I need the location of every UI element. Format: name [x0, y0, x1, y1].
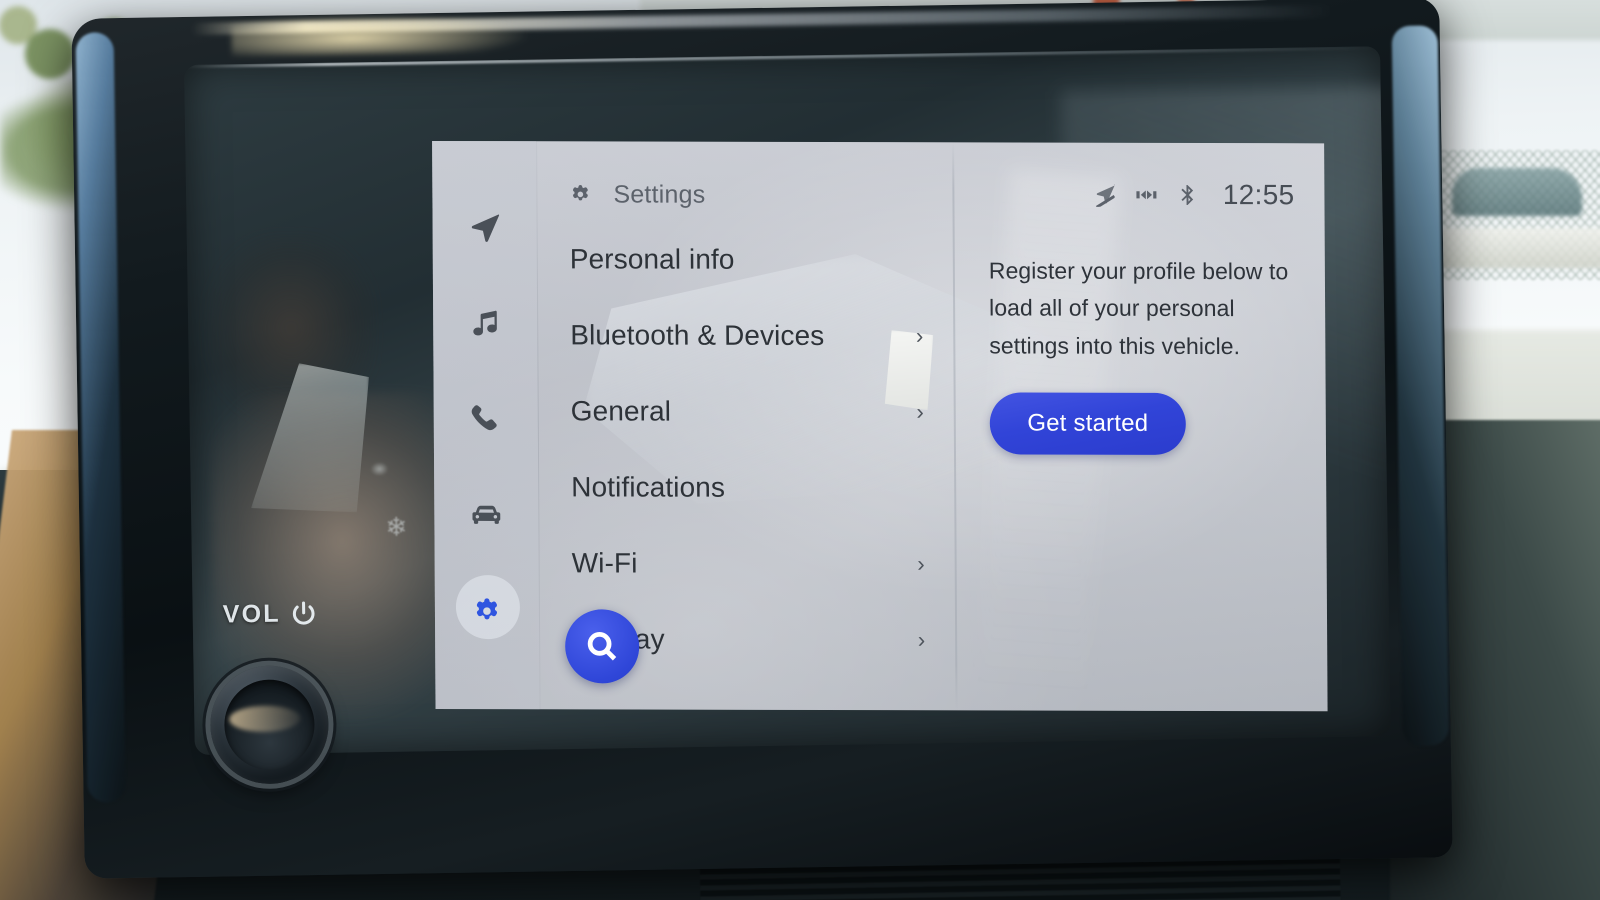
search-fab-button[interactable]: [564, 609, 640, 684]
list-item-label: Personal info: [569, 243, 735, 275]
gear-icon: [476, 598, 498, 620]
list-item-wifi[interactable]: Wi-Fi ›: [539, 525, 954, 602]
volume-label-text: VOL: [222, 599, 281, 629]
glass-reflection-snowflake: ❄: [385, 511, 408, 542]
list-item-notifications[interactable]: Notifications ›: [539, 449, 954, 526]
navigation-arrow-icon: [471, 214, 500, 242]
sidebar-item-media[interactable]: [448, 275, 523, 371]
bluetooth-icon: [1181, 184, 1194, 205]
sidebar-item-navigation[interactable]: [447, 179, 522, 275]
gear-icon: [573, 185, 588, 201]
clock: 12:55: [1222, 179, 1295, 211]
volume-power-label: VOL: [222, 599, 317, 629]
list-item-label: Wi-Fi: [571, 547, 638, 579]
list-item-label: General: [570, 395, 672, 427]
detail-column: 12:55 Register your profile below to loa…: [954, 142, 1327, 711]
glass-reflection-dot: [370, 461, 389, 477]
background-carport-roof: [1420, 228, 1600, 268]
list-item-bluetooth-devices[interactable]: Bluetooth & Devices ›: [538, 297, 953, 374]
head-unit: ❄ Settings Personal info Bluetooth & Dev…: [71, 0, 1453, 879]
chevron-right-icon: ›: [917, 551, 925, 577]
volume-knob-inner: [223, 679, 316, 771]
sidebar-item-phone[interactable]: [448, 371, 523, 467]
car-icon: [472, 505, 501, 524]
list-item-label: Notifications: [571, 471, 726, 503]
list-item-personal-info[interactable]: Personal info ›: [538, 221, 953, 298]
chevron-right-icon: ›: [917, 627, 926, 653]
display-glass: ❄ Settings Personal info Bluetooth & Dev…: [184, 46, 1391, 755]
sidebar-item-settings[interactable]: [450, 563, 525, 659]
infotainment-photo-scene: ❄ Settings Personal info Bluetooth & Dev…: [0, 0, 1600, 900]
app-rail: [432, 140, 540, 710]
chevron-right-icon: ›: [915, 323, 924, 349]
phone-icon: [471, 405, 497, 431]
status-bar: 12:55: [988, 172, 1295, 217]
music-note-icon: [473, 310, 497, 336]
power-icon[interactable]: [289, 600, 317, 628]
infotainment-ui: Settings Personal info › Bluetooth & Dev…: [432, 140, 1328, 712]
background-parked-car: [1452, 168, 1582, 216]
sidebar-item-vehicle[interactable]: [449, 467, 524, 563]
settings-header: Settings: [537, 141, 952, 214]
location-off-icon: [1096, 184, 1116, 207]
chevron-right-icon: ›: [916, 399, 924, 425]
list-item-label: Bluetooth & Devices: [570, 319, 825, 352]
detail-message: Register your profile below to load all …: [988, 257, 1289, 359]
page-title: Settings: [613, 179, 706, 209]
search-icon: [587, 632, 617, 661]
get-started-button[interactable]: Get started: [989, 392, 1187, 455]
media-mute-icon: [1136, 190, 1157, 200]
list-item-general[interactable]: General ›: [538, 373, 953, 450]
